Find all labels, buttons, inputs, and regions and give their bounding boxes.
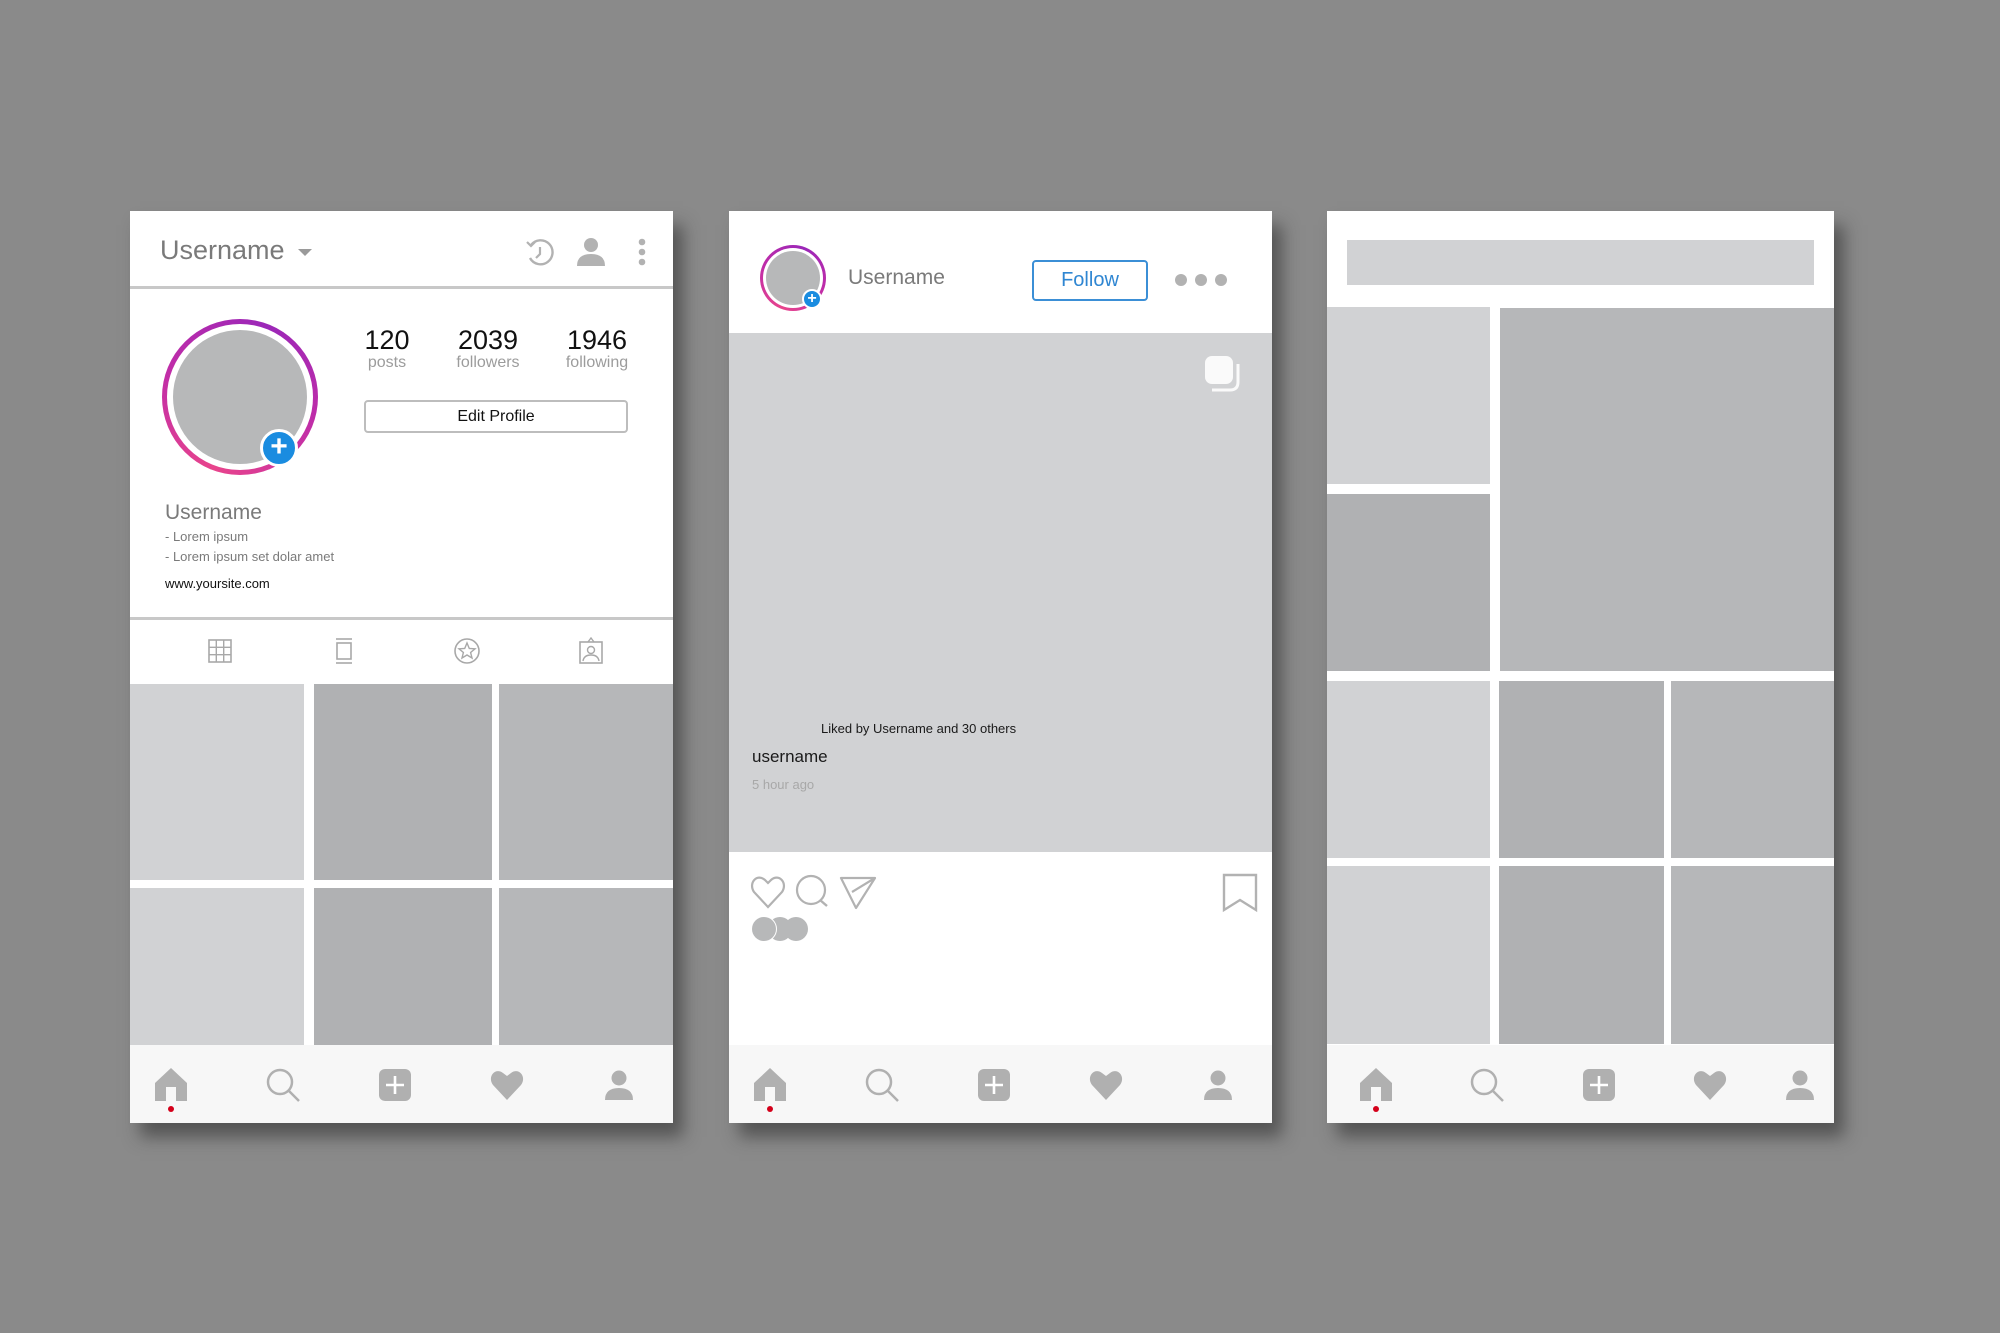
post-image[interactable] bbox=[729, 333, 1272, 852]
home-icon[interactable] bbox=[153, 1067, 189, 1103]
post-screen: + Username Follow Liked by Username and … bbox=[729, 211, 1272, 1123]
edit-profile-button[interactable]: Edit Profile bbox=[364, 400, 628, 433]
stat-label: posts bbox=[367, 354, 407, 371]
home-icon[interactable] bbox=[1358, 1067, 1394, 1103]
search-icon[interactable] bbox=[265, 1067, 301, 1103]
post-timestamp: 5 hour ago bbox=[752, 777, 815, 792]
grid-tile[interactable] bbox=[1327, 866, 1490, 1044]
home-icon[interactable] bbox=[752, 1067, 788, 1103]
follow-button[interactable]: Follow bbox=[1032, 260, 1148, 301]
more-vertical-icon[interactable] bbox=[635, 237, 649, 267]
stat-posts[interactable]: 120 posts bbox=[337, 325, 437, 372]
search-icon[interactable] bbox=[1469, 1067, 1505, 1103]
multi-image-icon bbox=[1205, 356, 1240, 392]
profile-avatar[interactable]: + bbox=[162, 319, 318, 475]
post-username[interactable]: Username bbox=[848, 266, 945, 290]
grid-tile[interactable] bbox=[1327, 494, 1490, 671]
add-story-icon[interactable]: + bbox=[802, 289, 822, 309]
stat-following[interactable]: 1946 following bbox=[547, 325, 647, 372]
profile-screen: Username + 120 posts 2039 followers 1946… bbox=[130, 211, 673, 1123]
stat-value: 2039 bbox=[457, 325, 519, 355]
heart-icon[interactable] bbox=[1692, 1067, 1728, 1103]
comment-icon[interactable] bbox=[794, 874, 830, 910]
bottom-nav bbox=[729, 1045, 1272, 1123]
grid-tile[interactable] bbox=[130, 684, 304, 880]
profile-icon[interactable] bbox=[1200, 1067, 1236, 1103]
stat-label: followers bbox=[456, 354, 520, 371]
tagged-icon[interactable] bbox=[577, 637, 605, 665]
grid-icon[interactable] bbox=[206, 637, 234, 665]
grid-tile[interactable] bbox=[499, 684, 673, 880]
header-divider bbox=[130, 286, 673, 289]
active-indicator bbox=[1373, 1106, 1379, 1112]
stat-value: 120 bbox=[364, 325, 410, 355]
profile-icon[interactable] bbox=[1782, 1067, 1818, 1103]
star-icon[interactable] bbox=[453, 637, 481, 665]
search-icon[interactable] bbox=[864, 1067, 900, 1103]
add-icon[interactable] bbox=[377, 1067, 413, 1103]
post-avatar[interactable]: + bbox=[760, 245, 826, 311]
heart-icon[interactable] bbox=[489, 1067, 525, 1103]
stat-label: following bbox=[565, 354, 629, 371]
profile-icon[interactable] bbox=[601, 1067, 637, 1103]
active-indicator bbox=[168, 1106, 174, 1112]
liked-avatars bbox=[751, 916, 808, 942]
active-indicator bbox=[767, 1106, 773, 1112]
add-story-icon[interactable]: + bbox=[260, 429, 298, 467]
header-username[interactable]: Username bbox=[160, 235, 285, 266]
bottom-nav bbox=[130, 1045, 673, 1123]
grid-tile[interactable] bbox=[1327, 681, 1490, 858]
grid-tile[interactable] bbox=[314, 684, 492, 880]
bottom-nav bbox=[1327, 1045, 1834, 1123]
bio-name: Username bbox=[165, 501, 262, 524]
caption-username[interactable]: username bbox=[752, 747, 828, 767]
send-icon[interactable] bbox=[839, 874, 877, 910]
more-horizontal-icon[interactable] bbox=[1175, 211, 1227, 351]
stat-followers[interactable]: 2039 followers bbox=[438, 325, 538, 372]
grid-tile[interactable] bbox=[1499, 866, 1664, 1044]
add-icon[interactable] bbox=[1581, 1067, 1617, 1103]
tabs-divider bbox=[130, 617, 673, 620]
like-icon[interactable] bbox=[749, 874, 787, 910]
grid-tile[interactable] bbox=[1327, 307, 1490, 484]
grid-tile[interactable] bbox=[1499, 681, 1664, 858]
liked-by-text[interactable]: Liked by Username and 30 others bbox=[821, 721, 1016, 736]
website-link[interactable]: www.yoursite.com bbox=[165, 576, 270, 591]
bookmark-icon[interactable] bbox=[1222, 873, 1258, 913]
chevron-down-icon[interactable] bbox=[298, 249, 312, 256]
heart-icon[interactable] bbox=[1088, 1067, 1124, 1103]
stat-value: 1946 bbox=[566, 325, 628, 355]
grid-tile[interactable] bbox=[1671, 681, 1834, 858]
history-icon[interactable] bbox=[523, 236, 557, 270]
add-icon[interactable] bbox=[976, 1067, 1012, 1103]
explore-screen bbox=[1327, 211, 1834, 1123]
search-bar[interactable] bbox=[1347, 240, 1814, 285]
bio-line: - Lorem ipsum bbox=[165, 529, 249, 544]
person-icon[interactable] bbox=[575, 236, 607, 268]
feed-icon[interactable] bbox=[330, 637, 358, 665]
grid-tile[interactable] bbox=[1671, 866, 1834, 1044]
bio-line: - Lorem ipsum set dolar amet bbox=[165, 549, 335, 564]
grid-tile-large[interactable] bbox=[1500, 308, 1834, 671]
